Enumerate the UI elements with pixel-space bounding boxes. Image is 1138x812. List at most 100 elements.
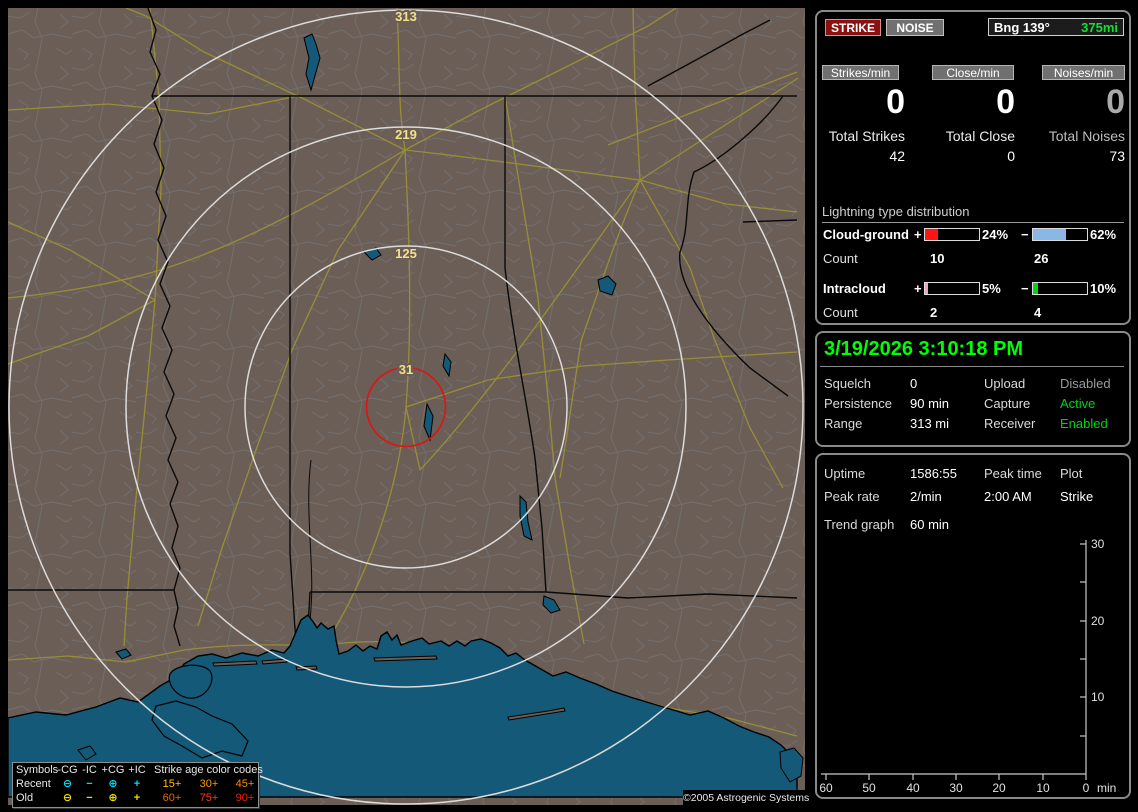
persistence-value: 90 min — [910, 396, 950, 411]
old-pos-cg-icon: ⊕ — [108, 791, 118, 804]
x-tick-40: 40 — [906, 781, 920, 795]
legend-age-header: Strike age color codes — [154, 763, 263, 776]
cg-negative-bar — [1032, 228, 1088, 241]
divider — [820, 366, 1124, 367]
age-60: 60+ — [162, 791, 182, 804]
legend-recent-label: Recent — [16, 777, 51, 790]
app-window: 313 219 125 31 Symbols -CG -IC +CG +IC S… — [0, 0, 1138, 812]
upload-status: Disabled — [1060, 376, 1111, 391]
age-30: 30+ — [199, 777, 219, 790]
map-symbol-legend: Symbols -CG -IC +CG +IC Strike age color… — [12, 762, 263, 808]
strikes-per-min-chip[interactable]: Strikes/min — [822, 65, 899, 80]
bearing-readout: Bng 139° 375mi — [988, 18, 1124, 36]
receiver-label: Receiver — [984, 416, 1036, 431]
receiver-status: Enabled — [1060, 416, 1108, 431]
noises-per-min-chip[interactable]: Noises/min — [1042, 65, 1125, 80]
legend-col-neg-ic: -IC — [82, 763, 97, 776]
squelch-value: 0 — [910, 376, 918, 391]
total-noises-label: Total Noises — [1048, 128, 1125, 144]
x-tick-20: 20 — [992, 781, 1006, 795]
cloud-ground-label: Cloud-ground — [823, 227, 909, 242]
ic-negative-bar — [1032, 282, 1088, 295]
close-rate-value: 0 — [996, 83, 1015, 121]
persistence-label: Persistence — [824, 396, 892, 411]
total-close-value: 0 — [1007, 148, 1015, 164]
cg-minus-sign: − — [1021, 227, 1029, 242]
legend-col-neg-cg: -CG — [57, 763, 78, 776]
cg-positive-bar-fill — [925, 229, 938, 240]
capture-status: Active — [1060, 396, 1096, 411]
ring-label-125: 125 — [395, 246, 417, 261]
recent-neg-cg-icon: ⊖ — [62, 777, 73, 790]
copyright-notice: ©2005 Astrogenic Systems — [683, 790, 810, 806]
legend-old-label: Old — [16, 791, 34, 804]
intracloud-label: Intracloud — [823, 281, 886, 296]
bearing-range-value: 375mi — [1081, 19, 1118, 35]
legend-col-pos-ic: +IC — [128, 763, 146, 776]
noise-toggle-button[interactable]: NOISE — [886, 19, 944, 36]
ic-positive-bar-fill — [925, 283, 928, 294]
counters-panel: STRIKE NOISE Bng 139° 375mi Strikes/min … — [815, 10, 1131, 325]
total-strikes-value: 42 — [889, 148, 905, 164]
old-neg-ic-icon: − — [86, 791, 93, 804]
trend-graph: 30 20 10 60 50 40 30 20 10 0 min — [819, 537, 1116, 795]
range-label: Range — [824, 416, 863, 431]
x-tick-10: 10 — [1036, 781, 1050, 795]
total-close-label: Total Close — [945, 128, 1015, 144]
total-noises-value: 73 — [1109, 148, 1125, 164]
strikes-rate-value: 0 — [886, 83, 905, 121]
bearing-value: Bng 139° — [994, 19, 1050, 35]
lightning-map[interactable]: 313 219 125 31 — [8, 8, 805, 805]
close-per-min-chip[interactable]: Close/min — [932, 65, 1014, 80]
capture-label: Capture — [984, 396, 1031, 411]
old-neg-cg-icon: ⊖ — [62, 791, 73, 804]
trend-panel: Uptime 1586:55 Peak time Plot Peak rate … — [815, 453, 1131, 799]
strike-toggle-button[interactable]: STRIKE — [825, 19, 881, 36]
date-time-display: 3/19/2026 3:10:18 PM — [824, 338, 1024, 360]
upload-label: Upload — [984, 376, 1026, 391]
legend-col-pos-cg: +CG — [101, 763, 125, 776]
age-15: 15+ — [162, 777, 182, 790]
ic-plus-sign: + — [914, 281, 922, 296]
distribution-header: Lightning type distribution — [822, 204, 1124, 223]
ic-negative-bar-fill — [1033, 283, 1039, 294]
ic-positive-count: 2 — [930, 305, 938, 320]
cg-negative-count: 26 — [1034, 251, 1049, 266]
y-tick-20: 20 — [1091, 614, 1105, 628]
ic-positive-pct: 5% — [982, 281, 1001, 296]
squelch-label: Squelch — [824, 376, 871, 391]
cg-plus-sign: + — [914, 227, 922, 242]
ring-label-219: 219 — [395, 127, 417, 142]
ic-negative-count: 4 — [1034, 305, 1042, 320]
cg-positive-pct: 24% — [982, 227, 1009, 242]
status-panel: 3/19/2026 3:10:18 PM Squelch 0 Upload Di… — [815, 331, 1131, 447]
cg-negative-pct: 62% — [1090, 227, 1117, 242]
recent-pos-cg-icon: ⊕ — [108, 777, 118, 790]
age-45: 45+ — [235, 777, 255, 790]
ic-positive-bar — [924, 282, 980, 295]
ic-count-label: Count — [823, 305, 858, 320]
ring-label-31: 31 — [399, 362, 413, 377]
recent-neg-ic-icon: − — [86, 777, 93, 790]
ring-label-313: 313 — [395, 9, 417, 24]
ic-minus-sign: − — [1021, 281, 1029, 296]
cg-negative-bar-fill — [1033, 229, 1067, 240]
noises-rate-value: 0 — [1106, 83, 1125, 121]
y-tick-30: 30 — [1091, 537, 1105, 551]
x-tick-0: 0 — [1083, 781, 1090, 795]
recent-pos-ic-icon: + — [133, 777, 141, 790]
old-pos-ic-icon: + — [133, 791, 141, 804]
y-tick-10: 10 — [1091, 690, 1105, 704]
ic-negative-pct: 10% — [1090, 281, 1117, 296]
x-tick-30: 30 — [949, 781, 963, 795]
age-90: 90+ — [235, 791, 255, 804]
x-tick-60: 60 — [819, 781, 833, 795]
legend-symbols-header: Symbols — [16, 763, 59, 776]
x-axis-unit: min — [1097, 781, 1116, 795]
x-tick-50: 50 — [862, 781, 876, 795]
age-75: 75+ — [199, 791, 219, 804]
total-strikes-label: Total Strikes — [828, 128, 905, 144]
range-value: 313 mi — [910, 416, 950, 431]
cg-count-label: Count — [823, 251, 858, 266]
cg-positive-count: 10 — [930, 251, 945, 266]
